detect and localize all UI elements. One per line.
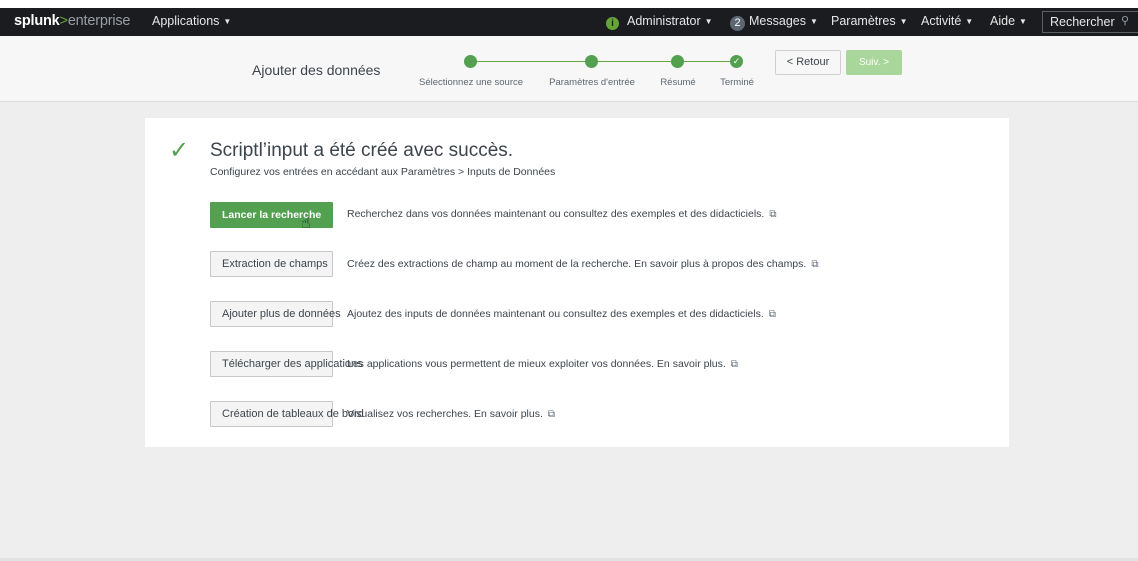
add-more-data-description: Ajoutez des inputs de données maintenant… <box>347 308 776 320</box>
nav-help-label: Aide <box>990 14 1016 28</box>
success-subtitle: Configurez vos entrées en accédant aux P… <box>210 166 556 178</box>
success-title: Scriptl’input a été créé avec succès. <box>210 140 514 161</box>
external-link-icon[interactable]: ⧉ <box>769 309 776 320</box>
search-placeholder: Rechercher <box>1050 15 1115 29</box>
nav-settings-menu[interactable]: Paramètres ▼ <box>831 14 908 28</box>
logo-splunk-text: splunk <box>14 13 60 29</box>
step-label-input-settings: Paramètres d'entrée <box>549 77 635 88</box>
download-apps-button[interactable]: Télécharger des applications <box>210 351 363 377</box>
add-more-data-button[interactable]: Ajouter plus de données <box>210 301 341 327</box>
window-top-strip <box>0 0 1138 8</box>
user-status-icon: i <box>606 17 619 30</box>
start-search-button[interactable]: Lancer la recherche <box>210 202 333 228</box>
caret-down-icon: ▼ <box>223 17 232 26</box>
step-dot-summary <box>671 55 684 68</box>
step-label-summary: Résumé <box>660 77 696 88</box>
nav-admin-label: Administrator <box>627 14 701 28</box>
logo-gt-symbol: > <box>59 13 68 29</box>
wizard-progress-line <box>470 61 736 62</box>
messages-count-badge: 2 <box>730 16 745 31</box>
create-dashboards-desc-text: Visualisez vos recherches. En savoir plu… <box>347 408 543 420</box>
wizard-header: Ajouter des données ✓ Sélectionnez une s… <box>0 36 1138 102</box>
caret-down-icon: ▼ <box>899 17 908 26</box>
step-dot-source <box>464 55 477 68</box>
nav-messages-menu[interactable]: 2 Messages ▼ <box>730 14 818 31</box>
step-label-done: Terminé <box>720 77 754 88</box>
search-icon: ⚲ <box>1120 15 1129 27</box>
caret-down-icon: ▼ <box>809 17 818 26</box>
step-dot-done-check-icon: ✓ <box>730 55 743 68</box>
external-link-icon[interactable]: ⧉ <box>769 209 776 220</box>
top-navigation-bar: splunk>enterprise Applications ▼ i Adminis… <box>0 8 1138 36</box>
nav-applications-menu[interactable]: Applications ▼ <box>152 14 231 28</box>
create-dashboards-button[interactable]: Création de tableaux de bord <box>210 401 364 427</box>
nav-messages-label: Messages <box>749 14 806 28</box>
hand-pointer-cursor-icon: ☝ <box>301 215 311 232</box>
nav-settings-label: Paramètres <box>831 14 896 28</box>
nav-applications-label: Applications <box>152 14 220 28</box>
nav-activity-label: Activité <box>921 14 962 28</box>
logo-enterprise-text: enterprise <box>67 13 131 29</box>
download-apps-description: Les applications vous permettent de mieu… <box>347 358 738 370</box>
nav-activity-menu[interactable]: Activité ▼ <box>921 14 973 28</box>
field-extraction-button[interactable]: Extraction de champs <box>210 251 333 277</box>
caret-down-icon: ▼ <box>1019 17 1027 26</box>
success-check-icon: ✓ <box>169 137 190 164</box>
external-link-icon[interactable]: ⧉ <box>548 409 555 420</box>
create-dashboards-description: Visualisez vos recherches. En savoir plu… <box>347 408 555 420</box>
field-extraction-desc-text: Créez des extractions de champ au moment… <box>347 258 807 270</box>
external-link-icon[interactable]: ⧉ <box>731 359 738 370</box>
step-label-source: Sélectionnez une source <box>418 77 524 88</box>
splunk-logo[interactable]: splunk>enterprise <box>14 13 130 29</box>
next-button[interactable]: Suiv. > <box>846 50 902 75</box>
field-extraction-description: Créez des extractions de champ au moment… <box>347 258 818 270</box>
start-search-description: Recherchez dans vos données maintenant o… <box>347 208 776 220</box>
nav-help-menu[interactable]: Aide ▼ <box>990 14 1027 28</box>
step-dot-input-settings <box>585 55 598 68</box>
success-panel: ✓ Scriptl’input a été créé avec succès. … <box>145 118 1009 447</box>
nav-admin-menu[interactable]: i Administrator ▼ <box>606 14 713 30</box>
caret-down-icon: ▼ <box>965 17 974 26</box>
global-search-input[interactable]: Rechercher ⚲ <box>1042 11 1138 33</box>
page-title: Ajouter des données <box>252 62 381 78</box>
external-link-icon[interactable]: ⧉ <box>811 259 818 270</box>
back-button[interactable]: < Retour <box>775 50 841 75</box>
start-search-desc-text: Recherchez dans vos données maintenant o… <box>347 208 765 220</box>
caret-down-icon: ▼ <box>704 17 713 26</box>
add-more-data-desc-text: Ajoutez des inputs de données maintenant… <box>347 308 764 320</box>
download-apps-desc-text: Les applications vous permettent de mieu… <box>347 358 726 370</box>
